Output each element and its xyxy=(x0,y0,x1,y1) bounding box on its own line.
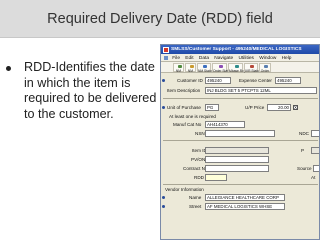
nm-status-icon xyxy=(203,64,207,68)
toolbar-mbase-rcpt-button[interactable]: Mbase Rcpt xyxy=(228,63,247,73)
toolbar-order-button[interactable]: Order xyxy=(259,63,271,73)
unit-of-purchase-field[interactable]: PG xyxy=(205,104,219,111)
nm2-icon xyxy=(189,64,194,68)
toolbar-nm2-label: NM xyxy=(187,68,194,73)
contract-no-label: Contract No xyxy=(183,166,208,171)
section-divider xyxy=(163,98,318,99)
expense-center-label: Expense Center xyxy=(239,78,272,83)
required-marker-icon xyxy=(162,205,165,208)
section-divider xyxy=(163,184,318,185)
at-least-one-note: At least one is required xyxy=(169,114,216,119)
nm-icon xyxy=(177,64,182,68)
window-title: SMLSS/Customer Support - 495240/MEDICAL … xyxy=(171,47,302,52)
extra-field-label: P xyxy=(301,148,305,153)
toolbar-nm-status-button[interactable]: NM Status xyxy=(197,63,213,73)
vendor-name-field[interactable]: ALLEGIANCE HEALTHCARE CORP xyxy=(205,194,285,201)
order-status-icon xyxy=(218,64,223,68)
mbase-rcpt-icon xyxy=(234,64,239,68)
nsn-label: NSN xyxy=(195,131,205,136)
toolbar-nm2-button[interactable]: NM xyxy=(185,63,196,73)
customer-id-label: Customer ID xyxy=(177,78,203,83)
menu-bar: File Edit Data Navigate Utilities Window… xyxy=(161,54,319,62)
source-field[interactable] xyxy=(313,165,319,172)
expense-center-field[interactable]: 495240 xyxy=(275,77,301,84)
toolbar-nm-label: NM xyxy=(175,68,182,73)
nsn-field[interactable] xyxy=(205,130,275,137)
toolbar-nm-button[interactable]: NM xyxy=(173,63,184,73)
slide-title: Required Delivery Date (RDD) field xyxy=(0,0,320,38)
ivr-status-icon xyxy=(250,64,254,68)
ndc-label: NDC xyxy=(299,131,309,136)
vendor-street-label: Street xyxy=(189,204,202,209)
bullet-dot-icon xyxy=(6,66,11,71)
customer-id-field[interactable]: 495240 xyxy=(205,77,231,84)
unit-of-purchase-label: Unit of Purchase xyxy=(167,105,201,110)
order-icon xyxy=(264,64,268,68)
vendor-information-heading: Vendor Information xyxy=(165,187,204,192)
required-marker-icon xyxy=(162,196,165,199)
app-logo-icon xyxy=(163,46,169,53)
contract-no-field[interactable] xyxy=(205,165,269,172)
toolbar: NM NM NM Status Order Status Mbase Rcpt … xyxy=(161,62,319,73)
section-divider xyxy=(163,140,318,141)
vendor-street-field[interactable]: AF MEDICAL LOGISTICS WHSE xyxy=(205,203,285,210)
pvon-field[interactable] xyxy=(205,156,269,163)
up-price-checkbox[interactable]: X xyxy=(293,104,298,110)
bullet-text: RDD-Identifies the date in which the ite… xyxy=(24,60,157,121)
window-titlebar: SMLSS/Customer Support - 495240/MEDICAL … xyxy=(161,45,319,54)
pvon-label: PV/ON xyxy=(191,157,206,162)
item-description-field[interactable]: INJ BLDG SET 5 PTCPTS 12ML xyxy=(205,87,317,94)
manuf-cat-field[interactable]: AH414370 xyxy=(205,121,245,128)
manuf-cat-label: Manuf Cat No xyxy=(173,122,202,127)
ndc-field[interactable] xyxy=(311,130,319,137)
item-description-label: Item Description xyxy=(167,88,201,93)
required-marker-icon xyxy=(162,79,165,82)
toolbar-order-status-button[interactable]: Order Status xyxy=(212,63,232,73)
app-window-screenshot: SMLSS/Customer Support - 495240/MEDICAL … xyxy=(160,44,320,240)
item-id-field[interactable] xyxy=(205,147,269,154)
required-marker-icon xyxy=(162,106,165,109)
toolbar-ivr-status-button[interactable]: IVR Status xyxy=(244,63,261,73)
rdd-label: RDD xyxy=(194,175,204,180)
app-menu-icon[interactable] xyxy=(164,55,168,60)
at-label: At xyxy=(311,175,316,180)
order-form: Customer ID 495240 Expense Center 495240… xyxy=(161,73,319,239)
source-label: Source xyxy=(297,166,312,171)
vendor-name-label: Name xyxy=(189,195,202,200)
up-price-field[interactable]: 20.00 xyxy=(267,104,291,111)
rdd-field[interactable] xyxy=(205,174,227,181)
toolbar-order-label: Order xyxy=(260,68,270,73)
up-price-label: U/P Price xyxy=(245,105,265,110)
extra-field[interactable] xyxy=(311,147,319,154)
